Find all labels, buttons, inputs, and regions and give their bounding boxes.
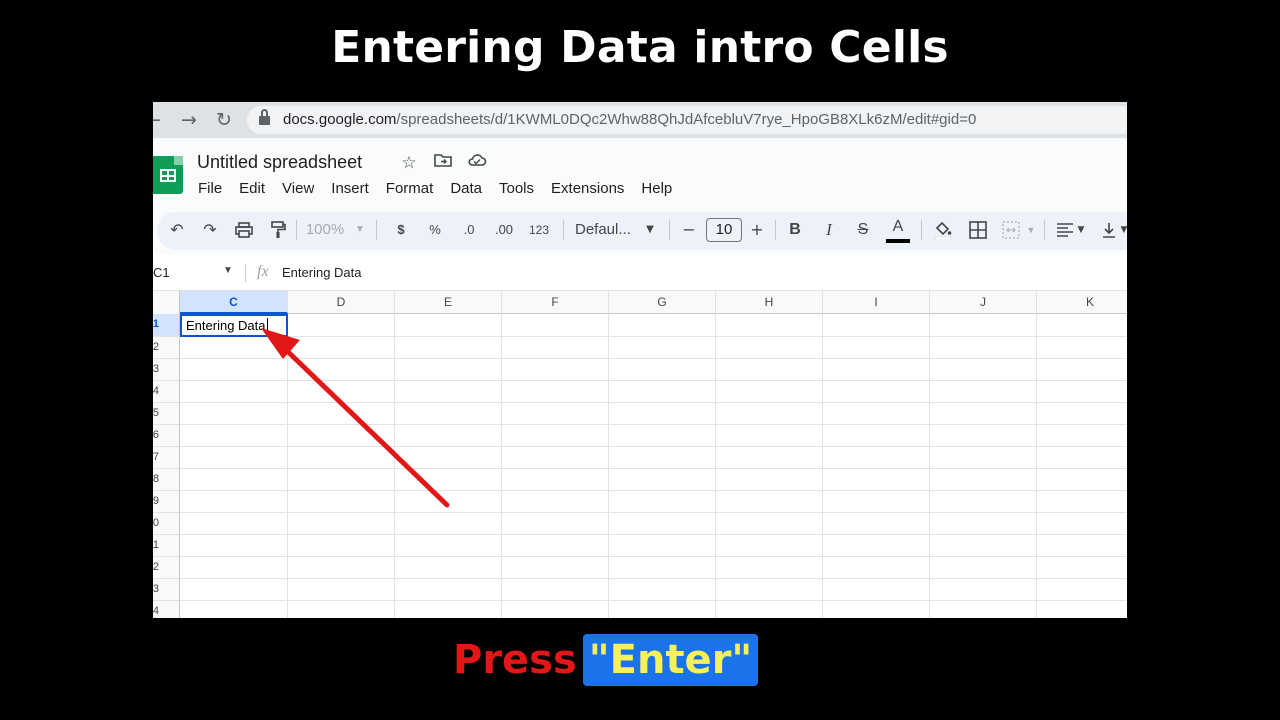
screenshot-frame: ← → ↻ docs.google.com/spreadsheets/d/1KW… <box>153 102 1127 618</box>
caption-press: Press <box>453 637 577 683</box>
instruction-caption: Press "Enter" <box>453 634 759 686</box>
video-title: Entering Data intro Cells <box>331 22 949 73</box>
red-arrow-annotation <box>261 328 450 508</box>
enter-key-badge: "Enter" <box>582 634 759 686</box>
